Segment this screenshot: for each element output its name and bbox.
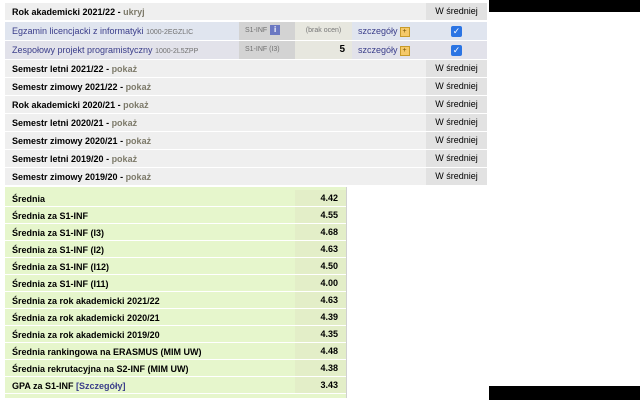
average-row-gpa: GPA za S1-INF [Szczegóły] 3.43 [5, 377, 346, 394]
average-value: 4.68 [295, 224, 346, 240]
course-code: 1000-2L5ZPP [155, 48, 199, 55]
semester-label: Rok akademicki 2021/22 - ukryj [12, 7, 145, 17]
average-value: 3.43 [295, 377, 346, 393]
in-average-header: W średniej [426, 132, 487, 149]
course-row: Egzamin licencjacki z informatyki 1000-2… [5, 22, 487, 41]
expand-icon[interactable]: + [399, 26, 410, 37]
average-value: 4.38 [295, 360, 346, 376]
semester-label: Semestr zimowy 2020/21 - pokaż [12, 136, 152, 146]
semester-label: Semestr zimowy 2019/20 - pokaż [12, 172, 152, 182]
average-label: Średnia za S1-INF (I2) [12, 245, 105, 255]
in-average-header: W średniej [426, 60, 487, 77]
in-average-checkbox[interactable]: ✓ [451, 45, 462, 56]
semester-toggle-link[interactable]: pokaż [126, 172, 152, 182]
semester-toggle-link[interactable]: pokaż [123, 100, 149, 110]
average-label: Średnia za rok akademicki 2019/20 [12, 330, 160, 340]
semester-row-letni-2021-22: Semestr letni 2021/22 - pokaż W średniej [5, 60, 487, 78]
semester-row-2020-21: Rok akademicki 2020/21 - pokaż W średnie… [5, 96, 487, 114]
course-group: S1-INF i [239, 22, 295, 40]
semester-row-letni-2019-20: Semestr letni 2019/20 - pokaż W średniej [5, 150, 487, 168]
semester-row-2021-22: Rok akademicki 2021/22 - ukryj W średnie… [5, 3, 487, 21]
average-row: Średnia za rok akademicki 2019/20 4.35 [5, 326, 346, 343]
semester-label: Rok akademicki 2020/21 - pokaż [12, 100, 149, 110]
average-row: Średnia rekrutacyjna na S2-INF (MIM UW) … [5, 360, 346, 377]
average-label: Średnia za rok akademicki 2021/22 [12, 296, 160, 306]
average-value: 4.42 [295, 190, 346, 206]
in-average-header: W średniej [426, 150, 487, 167]
average-value: 4.50 [295, 258, 346, 274]
semester-toggle-link[interactable]: pokaż [126, 82, 152, 92]
semester-toggle-link[interactable]: ukryj [123, 7, 145, 17]
average-row: Średnia 4.42 [5, 190, 346, 207]
semester-label: Semestr letni 2019/20 - pokaż [12, 154, 138, 164]
course-name[interactable]: Zespołowy projekt programistyczny 1000-2… [12, 45, 198, 55]
average-label: Średnia [12, 194, 46, 204]
screen-edge-top [489, 0, 640, 12]
average-label: GPA za S1-INF [Szczegóły] [12, 381, 126, 391]
semester-row-zimowy-2019-20: Semestr zimowy 2019/20 - pokaż W średnie… [5, 168, 487, 186]
average-row: Średnia rankingowa na ERASMUS (MIM UW) 4… [5, 343, 346, 360]
semester-label: Semestr letni 2020/21 - pokaż [12, 118, 138, 128]
average-value: 4.63 [295, 292, 346, 308]
details-link[interactable]: szczegóły + [352, 22, 426, 40]
in-average-header: W średniej [426, 78, 487, 95]
average-label: Średnia za S1-INF (I12) [12, 262, 110, 272]
info-icon[interactable]: i [270, 25, 281, 36]
course-grade: 5 [295, 41, 352, 59]
course-grade: (brak ocen) [295, 22, 352, 40]
averages-table: Średnia 4.42 Średnia za S1-INF 4.55 Śred… [5, 187, 347, 398]
average-label: Średnia za rok akademicki 2020/21 [12, 313, 160, 323]
semester-row-letni-2020-21: Semestr letni 2020/21 - pokaż W średniej [5, 114, 487, 132]
course-code: 1000-2EGZLIC [146, 29, 194, 36]
average-row: Średnia za rok akademicki 2020/21 4.39 [5, 309, 346, 326]
semester-toggle-link[interactable]: pokaż [126, 136, 152, 146]
average-row: Średnia za S1-INF (I2) 4.63 [5, 241, 346, 258]
course-group: S1-INF (I3) [239, 41, 295, 59]
in-average-header: W średniej [426, 168, 487, 185]
average-label: Średnia za S1-INF (I11) [12, 279, 109, 289]
gpa-details-link[interactable]: [Szczegóły] [76, 381, 126, 391]
average-value: 4.55 [295, 207, 346, 223]
semester-toggle-link[interactable]: pokaż [112, 118, 138, 128]
average-value: 4.39 [295, 309, 346, 325]
average-value: 4.00 [295, 275, 346, 291]
in-average-header: W średniej [426, 96, 487, 113]
average-row: Średnia za S1-INF (I12) 4.50 [5, 258, 346, 275]
semester-label: Semestr zimowy 2021/22 - pokaż [12, 82, 152, 92]
semester-row-zimowy-2020-21: Semestr zimowy 2020/21 - pokaż W średnie… [5, 132, 487, 150]
average-row: Średnia za S1-INF (I11) 4.00 [5, 275, 346, 292]
semester-toggle-link[interactable]: pokaż [112, 154, 138, 164]
in-average-cell: ✓ [426, 22, 487, 40]
in-average-header: W średniej [426, 3, 487, 20]
semester-label: Semestr letni 2021/22 - pokaż [12, 64, 138, 74]
course-name[interactable]: Egzamin licencjacki z informatyki 1000-2… [12, 26, 193, 36]
average-label: Średnia za S1-INF (I3) [12, 228, 105, 238]
semester-row-zimowy-2021-22: Semestr zimowy 2021/22 - pokaż W średnie… [5, 78, 487, 96]
in-average-cell: ✓ [426, 41, 487, 59]
average-value: 4.48 [295, 343, 346, 359]
in-average-header: W średniej [426, 114, 487, 131]
average-value: 4.35 [295, 326, 346, 342]
average-label: Średnia za S1-INF [12, 211, 89, 221]
expand-icon[interactable]: + [399, 45, 410, 56]
semester-toggle-link[interactable]: pokaż [112, 64, 138, 74]
course-row: Zespołowy projekt programistyczny 1000-2… [5, 41, 487, 60]
details-link[interactable]: szczegóły + [352, 41, 426, 59]
average-label: Średnia rankingowa na ERASMUS (MIM UW) [12, 347, 202, 357]
in-average-checkbox[interactable]: ✓ [451, 26, 462, 37]
average-row: Średnia za rok akademicki 2021/22 4.63 [5, 292, 346, 309]
screen-edge-bottom [489, 386, 640, 400]
average-row: Średnia za S1-INF (I3) 4.68 [5, 224, 346, 241]
average-label: Średnia rekrutacyjna na S2-INF (MIM UW) [12, 364, 189, 374]
average-row: Średnia za S1-INF 4.55 [5, 207, 346, 224]
average-value: 4.63 [295, 241, 346, 257]
